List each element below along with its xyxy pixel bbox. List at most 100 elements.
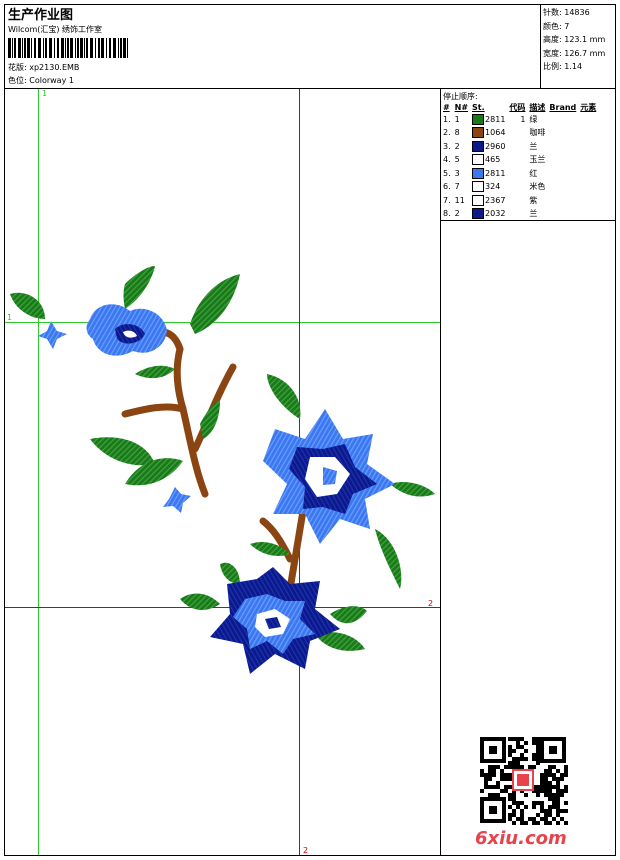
col-st: St. (472, 102, 485, 112)
width-value: 宽度: 126.7 mm (543, 48, 606, 58)
seq-brand (547, 140, 578, 154)
seq-color-code: 2367 (470, 194, 507, 208)
col-brand: Brand (549, 102, 577, 112)
color-swatch-icon (472, 181, 485, 193)
sequence-row: 2. 8 1064 咖啡 (441, 127, 598, 141)
sequence-row: 5. 3 2811 红 (441, 167, 598, 181)
col-code: 代码 (509, 102, 526, 112)
page-title: 生产作业图 (8, 8, 74, 23)
seq-color-code: 2032 (470, 208, 507, 222)
seq-index: 7. (443, 195, 451, 205)
seq-description: 紫 (529, 195, 538, 205)
seq-element (578, 140, 598, 154)
seq-needle: 11 (454, 195, 465, 205)
col-desc: 描述 (529, 102, 546, 112)
seq-needle: 3 (454, 168, 460, 178)
color-count: 颜色: 7 (543, 21, 570, 31)
thread-code: 2811 (485, 168, 506, 178)
seq-stitch-flag (507, 194, 527, 208)
seq-element (578, 113, 598, 127)
seq-index: 8. (443, 209, 451, 219)
seq-brand (547, 154, 578, 168)
top-left-flower (86, 304, 167, 356)
thread-code: 465 (485, 155, 501, 165)
seq-brand (547, 194, 578, 208)
seq-index: 6. (443, 182, 451, 192)
seq-element (578, 208, 598, 222)
seq-description: 红 (529, 168, 538, 178)
seq-stitch-flag (507, 154, 527, 168)
leaves (10, 266, 435, 651)
barcode-icon (8, 38, 128, 58)
color-swatch-icon (472, 154, 485, 166)
color-swatch-icon (472, 140, 485, 152)
seq-brand (547, 113, 578, 127)
thread-code: 1064 (485, 128, 506, 138)
stats-divider (540, 4, 541, 88)
thread-code: 2960 (485, 141, 506, 151)
sequence-row: 4. 5 465 玉兰 (441, 154, 598, 168)
seq-color-code: 2811 (470, 113, 507, 127)
seq-description: 绿 (529, 114, 538, 124)
color-swatch-icon (472, 208, 485, 220)
seq-color-code: 324 (470, 181, 507, 195)
seq-brand (547, 208, 578, 222)
seq-needle: 5 (454, 155, 460, 165)
seq-brand (547, 181, 578, 195)
sequence-row: 8. 2 2032 兰 (441, 208, 598, 222)
stats-panel: 针数: 14836 颜色: 7 高度: 123.1 mm 宽度: 126.7 m… (543, 6, 605, 74)
seq-index: 2. (443, 128, 451, 138)
seq-stitch-flag: 1 (520, 114, 526, 124)
seq-needle: 7 (454, 182, 460, 192)
seq-stitch-flag (507, 140, 527, 154)
seq-needle: 2 (454, 141, 460, 151)
seq-element (578, 194, 598, 208)
seq-needle: 8 (454, 128, 460, 138)
seq-index: 4. (443, 155, 451, 165)
seq-element (578, 181, 598, 195)
seq-color-code: 1064 (470, 127, 507, 141)
seq-stitch-flag (507, 127, 527, 141)
color-swatch-icon (472, 167, 485, 179)
seq-color-code: 2811 (470, 167, 507, 181)
sequence-row: 3. 2 2960 兰 (441, 140, 598, 154)
center-right-flower (263, 409, 395, 544)
colorway-label: 色位: Colorway 1 (8, 76, 74, 85)
col-element: 元素 (580, 102, 597, 112)
seq-needle: 2 (454, 209, 460, 219)
color-swatch-icon (472, 194, 485, 206)
qr-code-icon (478, 735, 568, 825)
bottom-flower (210, 567, 340, 674)
seq-element (578, 127, 598, 141)
seq-stitch-flag (507, 181, 527, 195)
watermark-site: 6xiu.com (475, 828, 567, 849)
thread-code: 324 (485, 182, 501, 192)
seq-description: 兰 (529, 141, 538, 151)
seq-color-code: 465 (470, 154, 507, 168)
seq-brand (547, 127, 578, 141)
seq-index: 5. (443, 168, 451, 178)
seq-color-code: 2960 (470, 140, 507, 154)
sequence-row: 7. 11 2367 紫 (441, 194, 598, 208)
seq-needle: 1 (454, 114, 460, 124)
thread-code: 2032 (485, 209, 506, 219)
seq-stitch-flag (507, 208, 527, 222)
stop-sequence-table: # N# St. 代码 描述 Brand 元素 1. 1 2811 1 绿 2. 8 1064… (441, 101, 598, 221)
seq-description: 兰 (529, 209, 538, 219)
seq-brand (547, 167, 578, 181)
design-file-label: 花版: xp2130.EMB (8, 63, 80, 72)
color-swatch-icon (472, 127, 485, 139)
seq-element (578, 154, 598, 168)
seq-element (578, 167, 598, 181)
height-value: 高度: 123.1 mm (543, 35, 606, 44)
seq-description: 米色 (529, 182, 546, 192)
color-swatch-icon (472, 113, 485, 125)
thread-code: 2811 (485, 114, 506, 124)
seq-description: 玉兰 (529, 155, 546, 165)
sequence-row: 1. 1 2811 1 绿 (441, 113, 598, 127)
thread-code: 2367 (485, 195, 506, 205)
sequence-row: 6. 7 324 米色 (441, 181, 598, 195)
seq-description: 咖啡 (529, 128, 546, 138)
studio-name: Wilcom(汇宝) 绣饰工作室 (8, 25, 103, 34)
col-n: N# (454, 102, 469, 112)
